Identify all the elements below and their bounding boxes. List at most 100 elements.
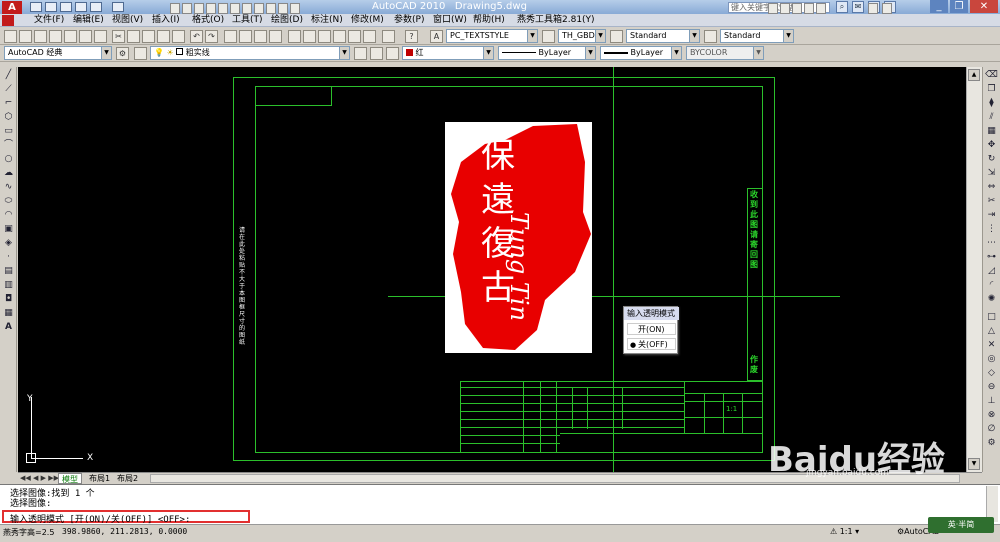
annotation-scale[interactable]: ⚠ 1:1 ▾ bbox=[830, 527, 859, 536]
snap-mode-icon[interactable] bbox=[182, 3, 192, 14]
rectangle-icon[interactable]: ▭ bbox=[2, 125, 15, 137]
hatch-icon[interactable]: ▤ bbox=[2, 265, 15, 277]
undo-icon[interactable] bbox=[75, 2, 87, 12]
menu-parametric[interactable]: 参数(P) bbox=[394, 14, 424, 27]
help-icon[interactable]: ? bbox=[405, 30, 418, 43]
option-on[interactable]: 开(ON) bbox=[627, 323, 676, 335]
linetype-select[interactable]: ByLayer ▼ bbox=[498, 46, 596, 60]
drawing-canvas[interactable]: 收到此图请寄回图 作废 请在此处粘贴不大于本图框尺寸的图纸 保 遠 復 古 Tu… bbox=[18, 67, 966, 472]
insert-block-icon[interactable]: ▣ bbox=[2, 223, 15, 235]
join-icon[interactable]: ⊶ bbox=[985, 251, 998, 263]
undo-icon[interactable]: ↶ bbox=[190, 30, 203, 43]
dim-style-icon[interactable] bbox=[542, 30, 555, 43]
workspace-settings-icon[interactable]: ⚙ bbox=[116, 47, 129, 60]
paste-icon[interactable] bbox=[142, 30, 155, 43]
menu-format[interactable]: 格式(O) bbox=[192, 14, 224, 27]
snap-center-icon[interactable]: ◎ bbox=[985, 353, 998, 365]
line-icon[interactable]: ╱ bbox=[2, 69, 15, 81]
stretch-icon[interactable]: ⇔ bbox=[985, 181, 998, 193]
fillet-icon[interactable]: ◜ bbox=[985, 279, 998, 291]
erase-icon[interactable]: ⌫ bbox=[985, 69, 998, 81]
quick-view-layouts-icon[interactable] bbox=[780, 3, 790, 14]
menu-tools[interactable]: 工具(T) bbox=[232, 14, 263, 27]
explode-icon[interactable]: ✺ bbox=[985, 293, 998, 305]
break-at-point-icon[interactable]: ⋮ bbox=[985, 223, 998, 235]
spline-icon[interactable]: ∿ bbox=[2, 181, 15, 193]
zoom-status-icon[interactable] bbox=[816, 3, 826, 14]
ellipse-arc-icon[interactable]: ◠ bbox=[2, 209, 15, 221]
open-icon[interactable] bbox=[45, 2, 57, 12]
point-icon[interactable]: · bbox=[2, 251, 15, 263]
grid-display-icon[interactable] bbox=[194, 3, 204, 14]
quick-properties-icon[interactable] bbox=[290, 3, 300, 14]
snap-midpoint-icon[interactable]: △ bbox=[985, 325, 998, 337]
autocad-logo-icon[interactable]: A bbox=[2, 1, 22, 14]
properties-icon[interactable] bbox=[288, 30, 301, 43]
markup-icon[interactable] bbox=[348, 30, 361, 43]
menu-modify[interactable]: 修改(M) bbox=[351, 14, 384, 27]
scroll-up-icon[interactable]: ▲ bbox=[968, 69, 980, 81]
cut-icon[interactable]: ✂ bbox=[112, 30, 125, 43]
snap-none-icon[interactable]: ∅ bbox=[985, 423, 998, 435]
seal-image[interactable]: 保 遠 復 古 Tung Tin bbox=[445, 122, 592, 353]
gradient-icon[interactable]: ▥ bbox=[2, 279, 15, 291]
pan-status-icon[interactable] bbox=[804, 3, 814, 14]
make-current-layer-icon[interactable] bbox=[354, 47, 367, 60]
search-input[interactable]: 键入关键字或短语 bbox=[728, 2, 830, 13]
snap-perpendicular-icon[interactable]: ⊥ bbox=[985, 395, 998, 407]
rotate-icon[interactable]: ↻ bbox=[985, 153, 998, 165]
move-icon[interactable]: ✥ bbox=[985, 139, 998, 151]
save-icon[interactable] bbox=[34, 30, 47, 43]
snap-node-icon[interactable]: ⊗ bbox=[985, 409, 998, 421]
restore-button[interactable]: ❐ bbox=[950, 0, 968, 13]
menu-edit[interactable]: 编辑(E) bbox=[73, 14, 104, 27]
circle-icon[interactable]: ○ bbox=[2, 153, 15, 165]
table-icon[interactable]: ▦ bbox=[2, 307, 15, 319]
trim-icon[interactable]: ✂ bbox=[985, 195, 998, 207]
mleader-style-icon[interactable] bbox=[704, 30, 717, 43]
text-style-select[interactable]: PC_TEXTSTYLE ▼ bbox=[446, 29, 538, 43]
match-properties-icon[interactable] bbox=[157, 30, 170, 43]
auto-scale-icon[interactable] bbox=[882, 3, 892, 14]
3d-dwf-icon[interactable] bbox=[94, 30, 107, 43]
pan-icon[interactable] bbox=[224, 30, 237, 43]
color-select[interactable]: 红 ▼ bbox=[402, 46, 494, 60]
plot-preview-icon[interactable] bbox=[64, 30, 77, 43]
communication-center-icon[interactable]: ✉ bbox=[852, 1, 864, 13]
menu-window[interactable]: 窗口(W) bbox=[433, 14, 467, 27]
arc-icon[interactable]: ⌒ bbox=[2, 139, 15, 151]
plot-icon[interactable] bbox=[112, 2, 124, 12]
quick-view-drawings-icon[interactable] bbox=[792, 3, 802, 14]
text-style-icon[interactable]: A bbox=[430, 30, 443, 43]
array-icon[interactable]: ▦ bbox=[985, 125, 998, 137]
tab-layout2[interactable]: 布局2 bbox=[114, 473, 141, 484]
polygon-icon[interactable]: ⬡ bbox=[2, 111, 15, 123]
workspace-select[interactable]: AutoCAD 经典 ▼ bbox=[4, 46, 112, 60]
tab-model[interactable]: 模型 bbox=[58, 473, 82, 484]
new-icon[interactable] bbox=[4, 30, 17, 43]
design-center-icon[interactable] bbox=[303, 30, 316, 43]
layer-select[interactable]: 💡 ☀ 粗实线 ▼ bbox=[150, 46, 350, 60]
ortho-mode-icon[interactable] bbox=[206, 3, 216, 14]
tab-layout1[interactable]: 布局1 bbox=[86, 473, 113, 484]
close-button[interactable]: ✕ bbox=[970, 0, 998, 13]
minimize-button[interactable]: _ bbox=[930, 0, 948, 13]
zoom-previous-icon[interactable] bbox=[269, 30, 282, 43]
scale-icon[interactable]: ⇲ bbox=[985, 167, 998, 179]
polyline-icon[interactable]: ⌐ bbox=[2, 97, 15, 109]
vertical-scrollbar[interactable] bbox=[966, 67, 982, 472]
calculator-icon[interactable] bbox=[382, 30, 395, 43]
snap-quadrant-icon[interactable]: ◇ bbox=[985, 367, 998, 379]
chamfer-icon[interactable]: ◿ bbox=[985, 265, 998, 277]
quickcalc-icon[interactable] bbox=[363, 30, 376, 43]
multiline-text-icon[interactable]: A bbox=[2, 321, 15, 333]
snap-intersection-icon[interactable]: ✕ bbox=[985, 339, 998, 351]
new-icon[interactable] bbox=[30, 2, 42, 12]
layer-state-icon[interactable] bbox=[386, 47, 399, 60]
redo-icon[interactable]: ↷ bbox=[205, 30, 218, 43]
tab-nav-icons[interactable]: ◀◀ ◀ ▶ ▶▶ bbox=[20, 474, 59, 482]
plot-icon[interactable] bbox=[49, 30, 62, 43]
copy-icon[interactable] bbox=[127, 30, 140, 43]
osnap-settings-icon[interactable]: ⚙ bbox=[985, 437, 998, 449]
mirror-icon[interactable]: ⧫ bbox=[985, 97, 998, 109]
